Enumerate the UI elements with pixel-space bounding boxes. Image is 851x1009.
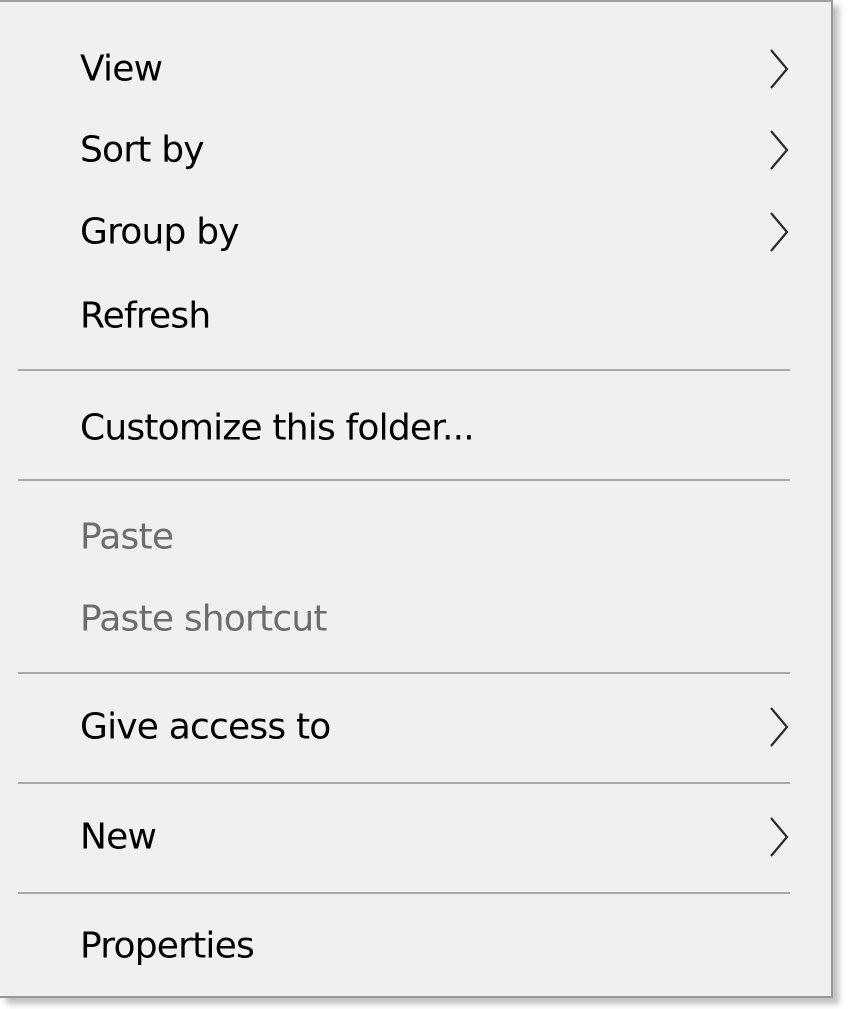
menu-item-label: Group by <box>80 211 240 253</box>
menu-item-refresh[interactable]: Refresh <box>0 276 831 356</box>
chevron-right-icon <box>769 211 789 253</box>
menu-item-label: Properties <box>80 925 255 967</box>
chevron-right-icon <box>769 48 789 90</box>
menu-separator <box>18 782 790 784</box>
menu-item-properties[interactable]: Properties <box>0 906 831 986</box>
menu-item-sort-by[interactable]: Sort by <box>0 110 831 190</box>
chevron-right-icon <box>769 816 789 858</box>
menu-item-label: Customize this folder... <box>80 407 475 449</box>
chevron-right-icon <box>769 129 789 171</box>
menu-separator <box>18 672 790 674</box>
menu-item-label: Refresh <box>80 295 211 337</box>
menu-item-label: Sort by <box>80 129 205 171</box>
chevron-right-icon <box>769 706 789 748</box>
menu-item-group-by[interactable]: Group by <box>0 192 831 272</box>
menu-separator <box>18 892 790 894</box>
menu-item-customize-folder[interactable]: Customize this folder... <box>0 388 831 468</box>
menu-item-label: New <box>80 816 157 858</box>
context-menu: View Sort by Group by Refresh Customize … <box>0 0 833 998</box>
menu-separator <box>18 479 790 481</box>
menu-item-new[interactable]: New <box>0 797 831 877</box>
menu-item-label: Paste <box>80 516 174 558</box>
menu-item-label: Paste shortcut <box>80 598 327 640</box>
menu-item-give-access[interactable]: Give access to <box>0 687 831 767</box>
menu-separator <box>18 369 790 371</box>
menu-item-view[interactable]: View <box>0 29 831 109</box>
menu-item-paste[interactable]: Paste <box>0 497 831 577</box>
menu-item-label: Give access to <box>80 706 331 748</box>
menu-item-label: View <box>80 48 163 90</box>
menu-item-paste-shortcut[interactable]: Paste shortcut <box>0 579 831 659</box>
